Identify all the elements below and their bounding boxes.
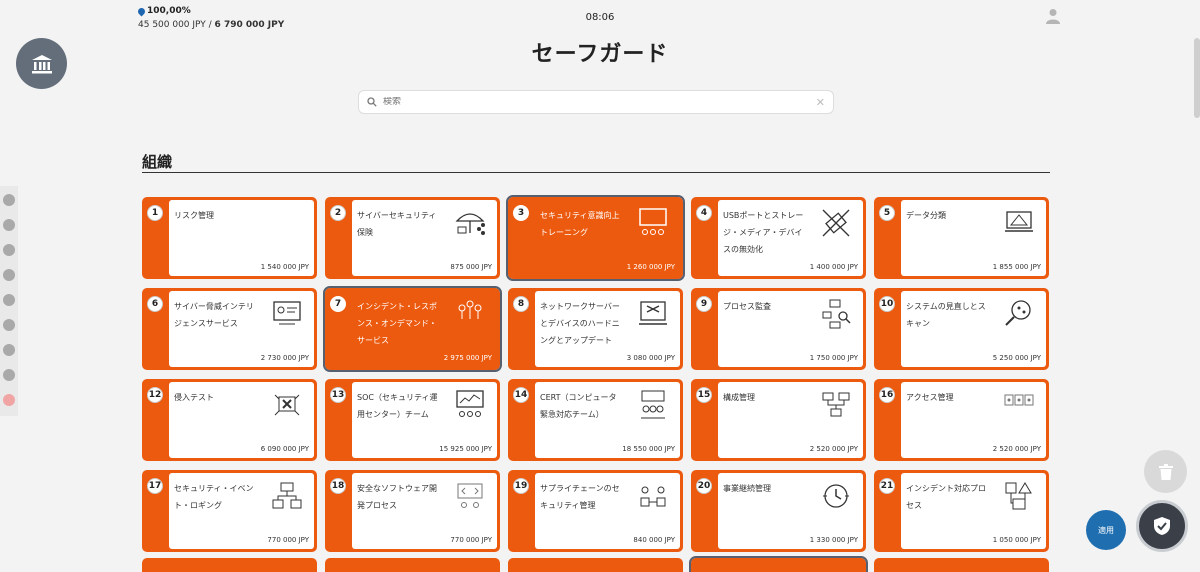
side-nav-dot[interactable] <box>3 269 15 281</box>
safeguard-card[interactable]: 21 インシデント対応プロセス 1 050 000 JPY <box>874 470 1049 552</box>
laptop-chart-icon <box>1005 211 1033 232</box>
search-bar[interactable]: ✕ <box>358 90 834 114</box>
safeguard-card[interactable]: 17 セキュリティ・イベント・ロギング 770 000 JPY <box>142 470 317 552</box>
magnifier-icon <box>1005 300 1031 326</box>
pentest-icon <box>274 394 300 416</box>
card-partial <box>689 556 868 572</box>
safeguard-card[interactable]: 15 構成管理 2 520 000 JPY <box>691 379 866 461</box>
access-icon <box>1004 394 1034 406</box>
side-nav-dot[interactable] <box>3 319 15 331</box>
trash-icon <box>1158 463 1173 480</box>
user-icon[interactable] <box>1046 8 1060 24</box>
network-people-icon <box>458 300 482 319</box>
card-partial <box>325 558 500 572</box>
brain-icon <box>276 213 298 232</box>
usb-blocked-icon <box>822 209 850 237</box>
presentation-icon <box>639 208 667 235</box>
config-icon <box>822 392 850 417</box>
side-nav-dot[interactable] <box>3 369 15 381</box>
safeguard-card[interactable]: 16 アクセス管理 2 520 000 JPY <box>874 379 1049 461</box>
apply-button[interactable]: 適用 <box>1086 510 1126 550</box>
umbrella-icon <box>455 213 485 235</box>
shield-check-icon <box>1154 517 1170 535</box>
safeguard-card[interactable]: 3 セキュリティ意識向上トレーニング 1 260 000 JPY <box>506 195 685 281</box>
section-title: 組織 <box>142 153 173 171</box>
safeguard-confirm-button[interactable] <box>1136 500 1188 552</box>
safeguard-card[interactable]: 12 侵入テスト 6 090 000 JPY <box>142 379 317 461</box>
page-title: セーフガード <box>531 42 669 67</box>
supply-chain-icon <box>640 486 666 507</box>
safeguard-card[interactable]: 5 データ分類 1 855 000 JPY <box>874 197 1049 279</box>
safeguard-card[interactable]: 9 プロセス監査 1 750 000 JPY <box>691 288 866 370</box>
safeguard-card[interactable]: 7 インシデント・レスポンス・オンデマンド・サービス 2 975 000 JPY <box>323 286 502 372</box>
monitor-board-icon <box>273 301 301 325</box>
safeguard-card[interactable]: 14 CERT（コンピュータ緊急対応チーム） 18 550 000 JPY <box>508 379 683 461</box>
incident-flow-icon <box>1005 482 1032 510</box>
side-navigation <box>0 186 18 416</box>
clear-icon[interactable]: ✕ <box>816 96 825 109</box>
search-input[interactable] <box>383 97 816 107</box>
safeguard-card[interactable]: 10 システムの見直しとスキャン 5 250 000 JPY <box>874 288 1049 370</box>
safeguard-card[interactable]: 8 ネットワークサーバーとデバイスのハードニングとアップデート 3 080 00… <box>508 288 683 370</box>
side-nav-dot[interactable] <box>3 294 15 306</box>
side-nav-dot[interactable] <box>3 244 15 256</box>
safeguard-card[interactable]: 2 サイバーセキュリティ保険 875 000 JPY <box>325 197 500 279</box>
laptop-tools-icon <box>639 301 667 325</box>
safeguard-card[interactable]: 20 事業継続管理 1 330 000 JPY <box>691 470 866 552</box>
side-nav-dot[interactable] <box>3 219 15 231</box>
safeguard-card[interactable]: 1 リスク管理 1 540 000 JPY <box>142 197 317 279</box>
search-icon <box>367 97 377 107</box>
flow-search-icon <box>822 299 851 329</box>
side-nav-dot[interactable] <box>3 344 15 356</box>
safeguard-card[interactable]: 13 SOC（セキュリティ運用センター）チーム 15 925 000 JPY <box>325 379 500 461</box>
side-nav-dot-alert[interactable] <box>3 394 15 406</box>
safeguard-card[interactable]: 19 サプライチェーンのセキュリティ管理 840 000 JPY <box>508 470 683 552</box>
delete-button[interactable] <box>1144 450 1187 493</box>
dev-icon <box>457 483 483 508</box>
card-partial <box>142 558 317 572</box>
logging-icon <box>272 482 302 509</box>
safeguard-card[interactable]: 6 サイバー脅威インテリジェンスサービス 2 730 000 JPY <box>142 288 317 370</box>
side-nav-dot[interactable] <box>3 194 15 206</box>
section-divider <box>142 172 1050 173</box>
safeguard-card[interactable]: 18 安全なソフトウェア開発プロセス 770 000 JPY <box>325 470 500 552</box>
team-icon <box>641 390 665 419</box>
continuity-icon <box>823 484 849 508</box>
card-partial <box>508 558 683 572</box>
card-partial <box>874 558 1049 572</box>
clock: 08:06 <box>585 12 615 23</box>
safeguard-card[interactable]: 4 USBポートとストレージ・メディア・デバイスの無効化 1 400 000 J… <box>691 197 866 279</box>
soc-icon <box>456 390 484 417</box>
